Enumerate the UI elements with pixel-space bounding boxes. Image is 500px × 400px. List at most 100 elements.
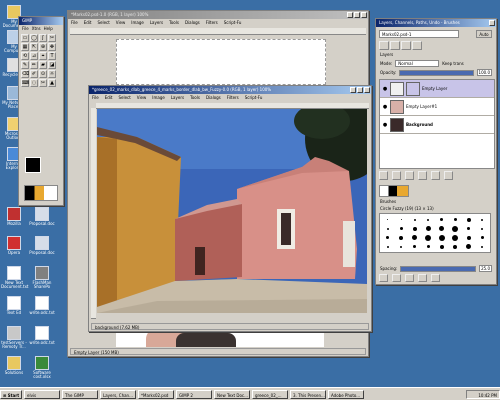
measure-icon[interactable]: ⌖ bbox=[39, 52, 47, 60]
brush-preset[interactable] bbox=[463, 216, 475, 223]
image-select[interactable]: Marks02.psd-1 bbox=[379, 30, 459, 38]
brush-preset[interactable] bbox=[463, 243, 475, 250]
menu-script-fu[interactable]: Script-Fu bbox=[245, 94, 263, 101]
undo-tab-icon[interactable] bbox=[412, 41, 422, 50]
path-icon[interactable]: ✂ bbox=[39, 79, 47, 87]
menu-file[interactable]: File bbox=[92, 94, 99, 101]
clone-icon[interactable]: ⊙ bbox=[39, 70, 47, 78]
bucket-fill-icon[interactable]: ▰ bbox=[39, 61, 47, 69]
crop-icon[interactable]: ⇱ bbox=[30, 43, 38, 51]
new-brush-icon[interactable] bbox=[379, 274, 388, 282]
fuzzy-select-icon[interactable]: ▦ bbox=[21, 43, 29, 51]
brush-preset[interactable] bbox=[450, 243, 462, 250]
eraser-icon[interactable]: ⌫ bbox=[21, 70, 29, 78]
dodge-icon[interactable]: ☼ bbox=[48, 70, 56, 78]
brush-preset[interactable] bbox=[436, 234, 448, 241]
brush-pattern-preview[interactable] bbox=[24, 185, 58, 201]
minimize-button[interactable] bbox=[347, 12, 353, 18]
eye-icon[interactable]: ● bbox=[382, 104, 388, 110]
raise-layer-icon[interactable] bbox=[392, 171, 401, 180]
fg-bg-mini[interactable] bbox=[379, 185, 409, 197]
lasso-icon[interactable]: ʃ bbox=[39, 34, 47, 42]
paintbrush-icon[interactable]: ✏ bbox=[30, 61, 38, 69]
pencil-icon[interactable]: ✎ bbox=[21, 61, 29, 69]
mode-select[interactable]: Normal bbox=[395, 60, 440, 67]
layers-tab-icon[interactable] bbox=[379, 41, 389, 50]
new-layer-icon[interactable] bbox=[379, 171, 388, 180]
minimize-button[interactable] bbox=[350, 87, 356, 93]
scissors-icon[interactable]: ✂ bbox=[48, 34, 56, 42]
maximize-button[interactable] bbox=[354, 12, 360, 18]
close-button[interactable] bbox=[364, 87, 370, 93]
brush-preset[interactable] bbox=[436, 216, 448, 223]
menu-filters[interactable]: Filters bbox=[206, 19, 218, 26]
desktop-icon-new-text[interactable]: New Text Document.txt bbox=[1, 266, 29, 289]
brush-preset[interactable] bbox=[477, 216, 489, 223]
brush-preset[interactable] bbox=[450, 234, 462, 241]
opacity-value[interactable]: 100.0 bbox=[476, 69, 492, 76]
desktop-icon-proposal-1[interactable]: Proposal.doc bbox=[29, 207, 55, 226]
toolbox-window[interactable]: GIMP File Xtns Help ▭ ◯ ʃ ✂ ▦ ⇱ ⊕ ✥ ⟲ ⊿ … bbox=[18, 16, 64, 206]
desktop-icon-write-1[interactable]: write.odc.txt bbox=[29, 296, 55, 315]
menu-dialogs[interactable]: Dialogs bbox=[206, 94, 221, 101]
color-picker-icon[interactable]: ▲ bbox=[48, 79, 56, 87]
taskbar-item[interactable]: Adobe Photo... bbox=[328, 389, 364, 399]
spacing-value[interactable]: 25.0 bbox=[479, 265, 492, 272]
taskbar-item[interactable]: GIMP 2 bbox=[176, 389, 212, 399]
close-button[interactable] bbox=[361, 12, 367, 18]
anchor-layer-icon[interactable] bbox=[431, 171, 440, 180]
eye-icon[interactable]: ● bbox=[382, 122, 388, 128]
taskbar-item[interactable]: 3. This Presen... bbox=[290, 389, 326, 399]
edit-brush-icon[interactable] bbox=[405, 274, 414, 282]
maximize-button[interactable] bbox=[357, 87, 363, 93]
menu-filters[interactable]: Filters bbox=[227, 94, 239, 101]
brush-preset[interactable] bbox=[409, 216, 421, 223]
brush-preset[interactable] bbox=[423, 234, 435, 241]
toolbox-menu-file[interactable]: File bbox=[22, 25, 29, 32]
zoom-icon[interactable]: ⊕ bbox=[39, 43, 47, 51]
duplicate-layer-icon[interactable] bbox=[418, 171, 427, 180]
brush-preset[interactable] bbox=[477, 243, 489, 250]
menu-image[interactable]: Image bbox=[152, 94, 165, 101]
desktop-icon-solutions[interactable]: Solutions bbox=[1, 356, 27, 375]
desktop-icon-flashman[interactable]: FlashMan SharePo bbox=[29, 266, 55, 289]
desktop-icon-write-2[interactable]: write.odc.txt bbox=[29, 326, 55, 345]
taskbar-item[interactable]: elvis bbox=[24, 389, 60, 399]
menu-select[interactable]: Select bbox=[97, 19, 109, 26]
taskbar-item[interactable]: *Marks02.psd bbox=[138, 389, 174, 399]
desktop-icon-software-cost[interactable]: Software cost.xlsx bbox=[29, 356, 55, 379]
delete-layer-icon[interactable] bbox=[444, 171, 453, 180]
brush-preset[interactable] bbox=[436, 243, 448, 250]
gradient-icon[interactable]: ◪ bbox=[48, 61, 56, 69]
taskbar-item[interactable]: The GIMP bbox=[62, 389, 98, 399]
taskbar-item[interactable]: Layers, Chan... bbox=[100, 389, 136, 399]
menu-view[interactable]: View bbox=[137, 94, 147, 101]
layer-row[interactable]: ● Empty Layer#1 bbox=[380, 98, 494, 116]
refresh-brush-icon[interactable] bbox=[431, 274, 440, 282]
toolbox-menu-help[interactable]: Help bbox=[44, 25, 53, 32]
brush-preset[interactable] bbox=[477, 234, 489, 241]
brush-preset[interactable] bbox=[409, 234, 421, 241]
image-window[interactable]: *greece_02_marks_dlab_greece_4_marks_bor… bbox=[88, 85, 372, 332]
opacity-slider[interactable] bbox=[399, 69, 474, 76]
toolbox-titlebar[interactable]: GIMP bbox=[19, 17, 63, 25]
brush-preset[interactable] bbox=[396, 234, 408, 241]
keep-trans-checkbox[interactable]: Keep trans bbox=[442, 61, 463, 66]
shear-icon[interactable]: ⊿ bbox=[30, 52, 38, 60]
menu-script-fu[interactable]: Script-Fu bbox=[224, 19, 242, 26]
brush-preset[interactable] bbox=[409, 243, 421, 250]
rotate-icon[interactable]: ⟲ bbox=[21, 52, 29, 60]
photo-canvas[interactable] bbox=[97, 109, 367, 313]
brush-preset[interactable] bbox=[463, 234, 475, 241]
layers-dock[interactable]: Layers, Channels, Paths, Undo - Brushes … bbox=[375, 18, 497, 285]
menu-layers[interactable]: Layers bbox=[171, 94, 184, 101]
desktop-icon-mozilla[interactable]: Mozilla bbox=[1, 207, 27, 226]
desktop-icon-proposal-2[interactable]: Proposal.doc bbox=[29, 236, 55, 255]
image-window-titlebar[interactable]: *greece_02_marks_dlab_greece_4_marks_bor… bbox=[89, 86, 371, 94]
toolbox-menu-xtns[interactable]: Xtns bbox=[32, 25, 41, 32]
rect-select-icon[interactable]: ▭ bbox=[21, 34, 29, 42]
layer-row[interactable]: ● Empty Layer bbox=[380, 80, 494, 98]
brush-preset[interactable] bbox=[436, 225, 448, 232]
brush-preset[interactable] bbox=[396, 225, 408, 232]
ink-icon[interactable]: ⌨ bbox=[21, 79, 29, 87]
